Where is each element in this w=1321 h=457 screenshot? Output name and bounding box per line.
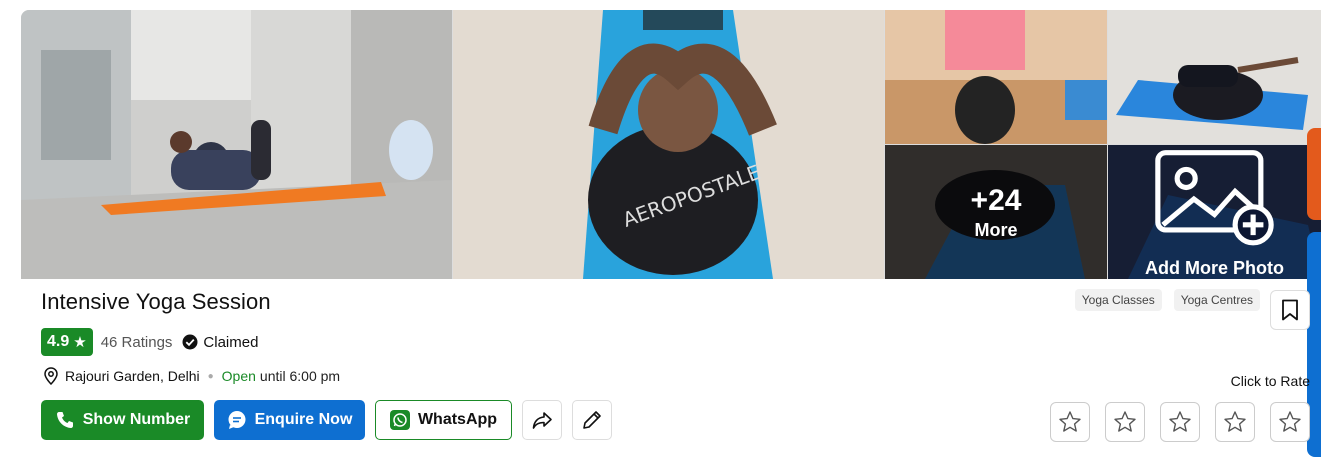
star-outline-icon	[1279, 411, 1301, 432]
location-row: Rajouri Garden, Delhi ● Open until 6:00 …	[43, 366, 340, 386]
whatsapp-icon	[389, 410, 410, 430]
claimed-label: Claimed	[203, 333, 259, 351]
category-tags: Yoga Classes Yoga Centres	[1074, 289, 1260, 311]
share-arrow-icon	[532, 412, 552, 429]
rate-star-3[interactable]	[1160, 402, 1200, 442]
location-text[interactable]: Rajouri Garden, Delhi	[65, 368, 200, 384]
more-photos-tile[interactable]: +24 More	[885, 145, 1107, 279]
edit-button[interactable]	[572, 400, 612, 440]
business-listing-page: AEROPOSTALE +24 More Add More Photo Inte…	[0, 0, 1321, 457]
gallery-photo-4[interactable]	[1108, 10, 1321, 144]
claimed-badge: Claimed	[182, 334, 258, 351]
hours-text[interactable]: until 6:00 pm	[260, 368, 340, 384]
more-photos-count: +24	[970, 183, 1022, 217]
star-outline-icon	[1169, 411, 1191, 432]
rating-row: 4.9 ★ 46 Ratings Claimed	[41, 328, 258, 356]
gallery-photo-3[interactable]	[885, 10, 1107, 144]
side-floating-tab-orange[interactable]	[1307, 128, 1321, 220]
star-outline-icon	[1059, 411, 1081, 432]
whatsapp-label: WhatsApp	[417, 411, 498, 428]
rate-star-5[interactable]	[1270, 402, 1310, 442]
action-buttons: Show Number Enquire Now WhatsApp	[41, 400, 612, 440]
gallery-photo-1[interactable]	[21, 10, 452, 279]
bookmark-button[interactable]	[1270, 290, 1310, 330]
add-photo-tile[interactable]: Add More Photo	[1108, 145, 1321, 279]
rating-star-icon: ★	[73, 334, 87, 351]
share-button[interactable]	[522, 400, 562, 440]
category-tag[interactable]: Yoga Classes	[1074, 289, 1162, 311]
pencil-icon	[583, 411, 601, 429]
rating-badge[interactable]: 4.9 ★	[41, 328, 93, 356]
enquire-now-label: Enquire Now	[254, 411, 353, 428]
click-to-rate-label: Click to Rate	[1230, 373, 1310, 389]
open-status: Open	[221, 368, 256, 384]
add-image-icon	[1155, 150, 1274, 246]
star-outline-icon	[1114, 411, 1136, 432]
add-photo-label: Add More Photo	[1145, 258, 1284, 278]
more-photos-overlay: +24 More	[885, 145, 1107, 279]
rate-star-2[interactable]	[1105, 402, 1145, 442]
add-photo-overlay: Add More Photo	[1108, 145, 1321, 279]
whatsapp-button[interactable]: WhatsApp	[375, 400, 512, 440]
phone-icon	[56, 412, 73, 428]
star-outline-icon	[1224, 411, 1246, 432]
verified-check-icon	[182, 334, 198, 350]
ratings-count[interactable]: 46 Ratings	[101, 334, 173, 351]
rate-star-1[interactable]	[1050, 402, 1090, 442]
rating-value: 4.9	[47, 333, 70, 350]
photo-gallery: AEROPOSTALE +24 More Add More Photo	[21, 10, 1321, 279]
enquire-now-button[interactable]: Enquire Now	[214, 400, 365, 440]
rate-stars	[1050, 402, 1310, 442]
more-photos-label: More	[974, 219, 1018, 240]
business-title: Intensive Yoga Session	[41, 289, 271, 314]
rate-star-4[interactable]	[1215, 402, 1255, 442]
location-pin-icon	[44, 367, 58, 385]
chat-bubble-icon	[228, 411, 246, 429]
gallery-photo-2[interactable]: AEROPOSTALE	[453, 10, 884, 279]
separator-dot: ●	[207, 370, 214, 382]
category-tag[interactable]: Yoga Centres	[1173, 289, 1260, 311]
bookmark-icon	[1282, 299, 1298, 321]
show-number-label: Show Number	[82, 411, 191, 428]
show-number-button[interactable]: Show Number	[41, 400, 204, 440]
